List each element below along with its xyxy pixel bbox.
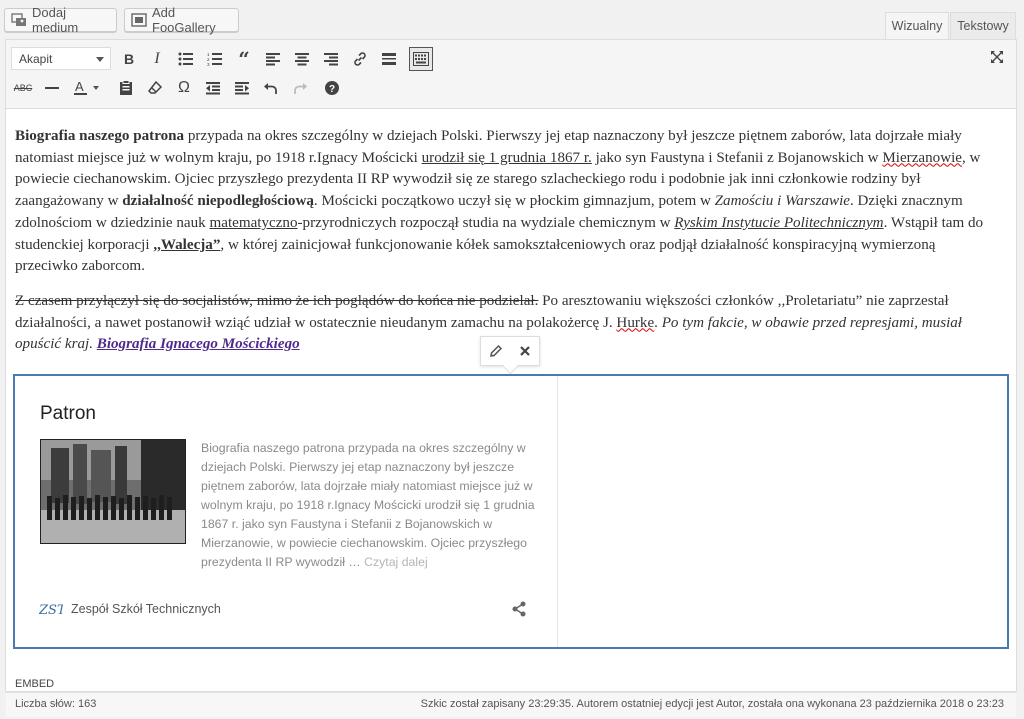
- embed-title[interactable]: Patron: [40, 403, 96, 425]
- numbered-list-icon[interactable]: 123: [203, 47, 227, 71]
- save-status: Szkic został zapisany 23:29:35. Autorem …: [420, 698, 1004, 710]
- special-character-icon[interactable]: Ω: [172, 76, 196, 100]
- clear-formatting-icon[interactable]: [143, 76, 167, 100]
- editor-content[interactable]: Biografia naszego patrona przypada na ok…: [15, 126, 990, 369]
- site-name: Zespół Szkół Technicznych: [71, 602, 221, 616]
- indent-icon[interactable]: [230, 76, 254, 100]
- read-more-link[interactable]: Czytaj dalej: [364, 555, 428, 569]
- site-logo-icon: ZST: [38, 600, 67, 618]
- strikethrough-icon[interactable]: ABC: [11, 76, 35, 100]
- misspelled-word: Hurke: [616, 314, 655, 331]
- undo-icon[interactable]: [259, 76, 283, 100]
- text-run: jako syn Faustyna i Stefanii z Bojanowsk…: [591, 149, 883, 166]
- format-select-value: Akapit: [19, 51, 53, 66]
- bullet-list-icon[interactable]: [174, 47, 198, 71]
- word-count: Liczba słów: 163: [15, 698, 97, 710]
- align-right-icon[interactable]: [319, 47, 343, 71]
- italic-icon[interactable]: I: [145, 47, 169, 71]
- excerpt-text: Biografia naszego patrona przypada na ok…: [201, 441, 535, 569]
- share-icon[interactable]: [511, 601, 527, 617]
- tab-text[interactable]: Tekstowy: [950, 12, 1016, 40]
- embed-card[interactable]: Patron Biografia naszego patrona przypad…: [15, 376, 558, 647]
- chevron-down-icon: [96, 57, 104, 62]
- add-media-button[interactable]: Dodaj medium: [4, 5, 117, 35]
- close-icon[interactable]: [510, 337, 539, 365]
- italic-underlined-text: Ryskim Instytucie Politechnicznym: [674, 214, 884, 231]
- bold-icon[interactable]: B: [117, 47, 141, 71]
- link-icon[interactable]: [348, 47, 372, 71]
- add-media-label: Dodaj medium: [32, 5, 79, 35]
- biography-link[interactable]: Biografia Ignacego Mościckiego: [97, 336, 300, 352]
- add-foogallery-button[interactable]: Add FooGallery: [124, 5, 239, 35]
- bold-underlined-text: ,,Walecja”: [153, 236, 221, 253]
- editor-frame: Akapit B I 123 “ ABC A Ω ? Biografia nas…: [5, 39, 1017, 717]
- toolbar-toggle-icon[interactable]: [409, 47, 433, 71]
- format-select[interactable]: Akapit: [11, 47, 111, 70]
- align-center-icon[interactable]: [290, 47, 314, 71]
- bold-text: działalność niepodległościową: [122, 193, 314, 210]
- editor-top-bar: Dodaj medium Add FooGallery Wizualny Tek…: [0, 0, 1024, 40]
- editor-toolbar: Akapit B I 123 “ ABC A Ω ?: [6, 40, 1016, 109]
- blockquote-icon[interactable]: “: [232, 47, 256, 71]
- embed-site[interactable]: ZST Zespół Szkół Technicznych: [38, 600, 221, 618]
- embed-excerpt: Biografia naszego patrona przypada na ok…: [201, 439, 536, 572]
- text-run: .: [654, 314, 662, 331]
- status-bar: Liczba słów: 163 Szkic został zapisany 2…: [6, 692, 1016, 717]
- bold-lead: Biografia naszego patrona: [15, 128, 185, 144]
- strikethrough-text: Z czasem przyłączył się do socjalistów, …: [15, 292, 539, 309]
- pencil-icon[interactable]: [481, 337, 510, 365]
- embed-toolbar-popup: [480, 336, 540, 366]
- italic-text: Zamościu i Warszawie: [714, 193, 850, 210]
- read-more-icon[interactable]: [377, 47, 401, 71]
- embed-preview[interactable]: Patron Biografia naszego patrona przypad…: [13, 374, 1009, 649]
- media-icon: [11, 12, 27, 28]
- text-run: -przyrodniczych rozpoczął studia na wydz…: [297, 214, 675, 231]
- svg-text:?: ?: [329, 84, 335, 95]
- add-foogallery-label: Add FooGallery: [152, 5, 216, 35]
- help-icon[interactable]: ?: [320, 76, 344, 100]
- redo-icon[interactable]: [288, 76, 312, 100]
- misspelled-word: Mierzanowie: [882, 149, 962, 166]
- horizontal-line-icon[interactable]: [40, 76, 64, 100]
- paragraph-1: Biografia naszego patrona przypada na ok…: [15, 126, 990, 278]
- outdent-icon[interactable]: [201, 76, 225, 100]
- site-logo-text: ZST: [39, 603, 63, 618]
- gallery-icon: [131, 12, 147, 28]
- svg-text:A: A: [75, 79, 84, 94]
- text-color-icon[interactable]: A: [69, 76, 105, 100]
- paste-text-icon[interactable]: [114, 76, 138, 100]
- align-left-icon[interactable]: [261, 47, 285, 71]
- tab-text-label: Tekstowy: [957, 19, 1009, 33]
- fullscreen-icon[interactable]: [985, 45, 1009, 69]
- embed-thumbnail[interactable]: [40, 439, 186, 544]
- text-run: . Mościcki początkowo uczył się w płocki…: [313, 193, 715, 210]
- svg-text:3: 3: [207, 62, 210, 66]
- tab-visual[interactable]: Wizualny: [885, 12, 949, 40]
- underlined-text: matematyczno: [209, 214, 298, 231]
- tab-visual-label: Wizualny: [891, 19, 943, 33]
- underlined-text: urodził się 1 grudnia 1867 r.: [421, 149, 592, 166]
- element-path: EMBED: [15, 678, 55, 690]
